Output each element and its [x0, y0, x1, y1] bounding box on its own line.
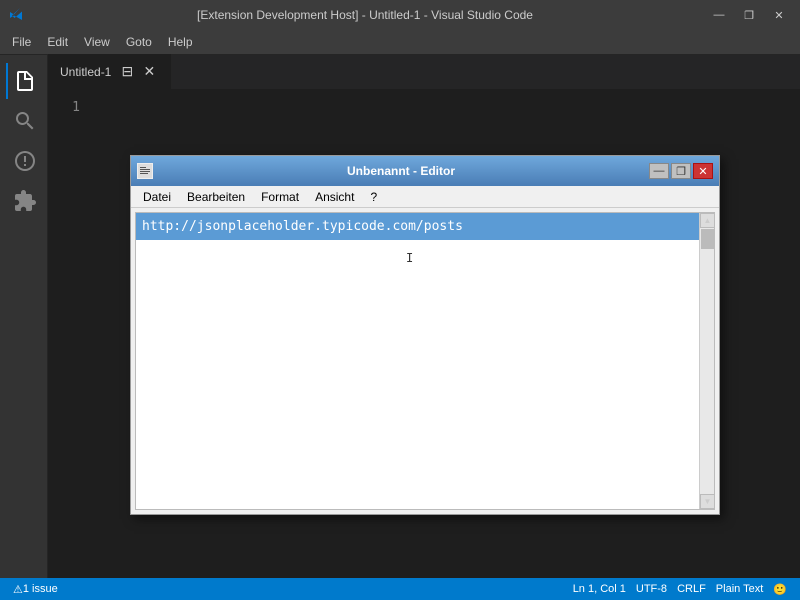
- dialog-menu-help[interactable]: ?: [362, 188, 385, 206]
- menu-view[interactable]: View: [76, 30, 118, 54]
- line-number-1: 1: [48, 98, 80, 117]
- dialog-maximize-button[interactable]: ❐: [671, 163, 691, 179]
- dialog-title: Unbenannt - Editor: [157, 164, 645, 178]
- minimize-button[interactable]: —: [706, 6, 732, 24]
- activity-bar: [0, 55, 48, 578]
- extensions-icon[interactable]: [6, 183, 42, 219]
- menubar: File Edit View Goto Help: [0, 30, 800, 55]
- files-icon[interactable]: [6, 63, 42, 99]
- menu-help[interactable]: Help: [160, 30, 201, 54]
- issue-count: 1 issue: [23, 583, 58, 595]
- dialog-scrollbar[interactable]: ▲ ▼: [699, 213, 714, 509]
- cursor-position[interactable]: Ln 1, Col 1: [568, 583, 631, 595]
- editor-dialog[interactable]: Unbenannt - Editor — ❐ ✕ Datei Bearbeite…: [130, 155, 720, 515]
- status-right: Ln 1, Col 1 UTF-8 CRLF Plain Text 🙂: [568, 583, 792, 596]
- dialog-minimize-button[interactable]: —: [649, 163, 669, 179]
- search-icon[interactable]: [6, 103, 42, 139]
- dialog-menu-ansicht[interactable]: Ansicht: [307, 188, 362, 206]
- language-mode[interactable]: Plain Text: [711, 583, 769, 595]
- editor-tab-untitled[interactable]: Untitled-1 ⊟ ✕: [48, 54, 172, 89]
- text-cursor: I: [406, 251, 413, 265]
- issues-status[interactable]: ⚠ 1 issue: [8, 583, 63, 596]
- close-button[interactable]: ✕: [766, 6, 792, 24]
- statusbar: ⚠ 1 issue Ln 1, Col 1 UTF-8 CRLF Plain T…: [0, 578, 800, 600]
- titlebar: [Extension Development Host] - Untitled-…: [0, 0, 800, 30]
- dialog-menu-bearbeiten[interactable]: Bearbeiten: [179, 188, 253, 206]
- vscode-icon: [8, 7, 24, 23]
- menu-file[interactable]: File: [4, 30, 39, 54]
- dialog-content[interactable]: http://jsonplaceholder.typicode.com/post…: [135, 212, 715, 510]
- scroll-up-button[interactable]: ▲: [700, 213, 715, 228]
- dialog-app-icon: [137, 163, 153, 179]
- scrollbar-track: [700, 228, 714, 494]
- dialog-menubar: Datei Bearbeiten Format Ansicht ?: [131, 186, 719, 208]
- maximize-button[interactable]: ❐: [736, 6, 762, 24]
- dialog-menu-format[interactable]: Format: [253, 188, 307, 206]
- tab-controls: ⊟ ✕: [117, 62, 159, 82]
- tab-bar: Untitled-1 ⊟ ✕: [48, 55, 800, 90]
- split-editor-button[interactable]: ⊟: [117, 62, 137, 82]
- status-left: ⚠ 1 issue: [8, 583, 63, 596]
- window-controls: — ❐ ✕: [706, 6, 792, 24]
- window-title: [Extension Development Host] - Untitled-…: [32, 8, 698, 22]
- scroll-down-button[interactable]: ▼: [700, 494, 715, 509]
- dialog-controls: — ❐ ✕: [649, 163, 713, 179]
- scrollbar-thumb[interactable]: [701, 229, 714, 249]
- line-ending-status[interactable]: CRLF: [672, 583, 711, 595]
- issue-icon: ⚠: [13, 583, 23, 596]
- line-numbers: 1: [48, 90, 88, 578]
- menu-edit[interactable]: Edit: [39, 30, 76, 54]
- encoding-status[interactable]: UTF-8: [631, 583, 672, 595]
- tab-label: Untitled-1: [60, 65, 111, 79]
- menu-goto[interactable]: Goto: [118, 30, 160, 54]
- dialog-titlebar: Unbenannt - Editor — ❐ ✕: [131, 156, 719, 186]
- dialog-menu-datei[interactable]: Datei: [135, 188, 179, 206]
- close-tab-button[interactable]: ✕: [139, 62, 159, 82]
- feedback-icon[interactable]: 🙂: [768, 583, 792, 596]
- dialog-url-text[interactable]: http://jsonplaceholder.typicode.com/post…: [136, 213, 699, 240]
- dialog-close-button[interactable]: ✕: [693, 163, 713, 179]
- source-control-icon[interactable]: [6, 143, 42, 179]
